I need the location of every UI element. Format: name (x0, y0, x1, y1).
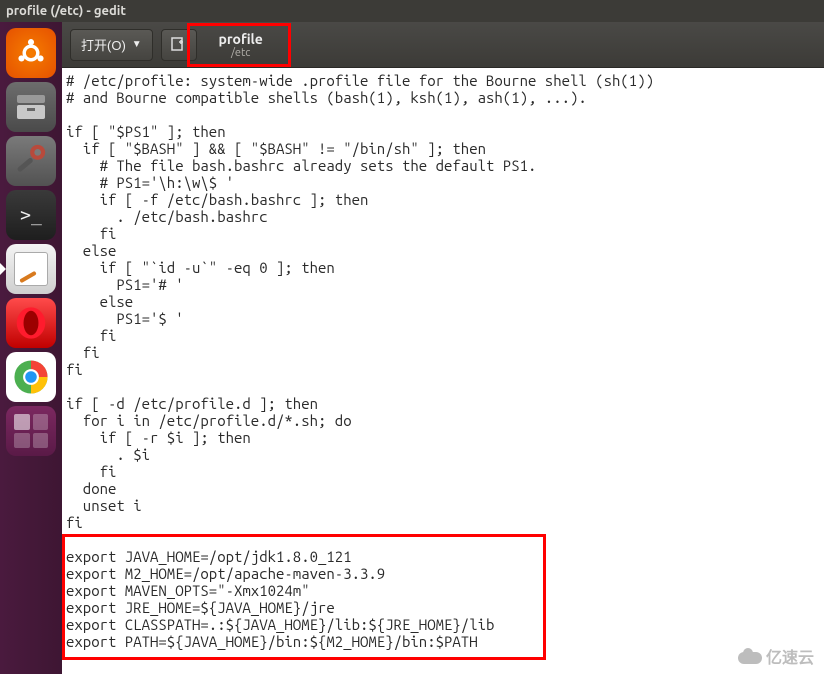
launcher-dash[interactable] (6, 28, 56, 78)
window-title: profile (/etc) - gedit (6, 4, 126, 18)
opera-icon (14, 306, 48, 340)
document-path: /etc (205, 47, 277, 59)
launcher-settings[interactable] (6, 136, 56, 186)
new-document-icon (171, 37, 187, 53)
watermark-text: 亿速云 (766, 644, 814, 668)
code-content[interactable]: # /etc/profile: system-wide .profile fil… (62, 68, 824, 654)
open-button[interactable]: 打开(O) ▼ (70, 29, 153, 61)
file-manager-icon (13, 89, 49, 125)
watermark: 亿速云 (738, 644, 814, 668)
cloud-icon (738, 648, 762, 664)
wrench-gear-icon (11, 139, 51, 184)
editor-area[interactable]: # /etc/profile: system-wide .profile fil… (62, 68, 824, 674)
document-name: profile (205, 31, 277, 47)
text-editor-icon (14, 252, 48, 286)
terminal-icon: >_ (20, 205, 42, 226)
document-title-box: profile /etc (205, 31, 291, 59)
gedit-toolbar: 打开(O) ▼ profile /etc (62, 22, 824, 68)
launcher-chrome[interactable] (6, 352, 56, 402)
launcher-files[interactable] (6, 82, 56, 132)
launcher-opera[interactable] (6, 298, 56, 348)
gedit-window: 打开(O) ▼ profile /etc # /etc/profile: sys… (62, 22, 824, 674)
launcher-workspace-switcher[interactable] (6, 406, 56, 456)
window-title-bar: profile (/etc) - gedit (0, 0, 824, 22)
chevron-down-icon: ▼ (132, 39, 142, 50)
launcher-text-editor[interactable] (6, 244, 56, 294)
new-tab-button[interactable] (161, 29, 197, 61)
unity-launcher: >_ (0, 22, 62, 674)
launcher-terminal[interactable]: >_ (6, 190, 56, 240)
ubuntu-icon (14, 36, 48, 70)
workspace-icon (14, 414, 48, 448)
open-button-label: 打开(O) (81, 35, 126, 54)
chrome-icon (13, 359, 49, 395)
